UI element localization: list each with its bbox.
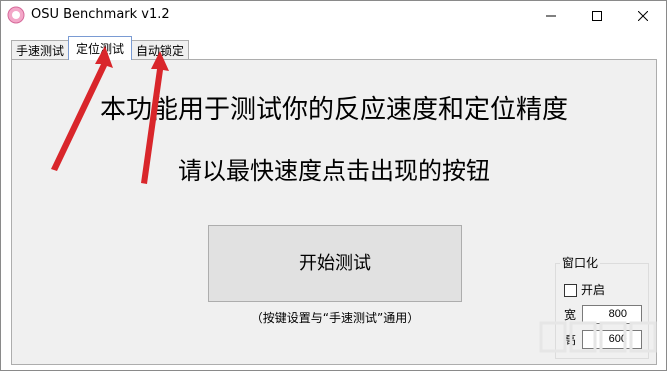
enable-label: 开启 — [581, 283, 606, 297]
tab-positioning-test[interactable]: 定位测试 — [68, 36, 132, 60]
maximize-icon — [592, 11, 602, 21]
description-subline: 请以最快速度点击出现的按钮 — [178, 157, 490, 185]
close-button[interactable] — [620, 1, 666, 31]
windowed-group-title: 窗口化 — [560, 255, 601, 271]
width-label: 宽 — [564, 308, 577, 322]
app-window: OSU Benchmark v1.2 手速测试 定位测试 自动锁定 本功能用于测… — [0, 0, 667, 371]
enable-checkbox[interactable] — [564, 284, 577, 297]
maximize-button[interactable] — [574, 1, 620, 31]
minimize-button[interactable] — [528, 1, 574, 31]
start-test-button[interactable]: 开始测试 — [208, 225, 462, 302]
tab-auto-lock[interactable]: 自动锁定 — [131, 40, 189, 60]
window-title: OSU Benchmark v1.2 — [31, 7, 170, 22]
description-headline: 本功能用于测试你的反应速度和定位精度 — [99, 95, 568, 125]
width-input[interactable]: 800 — [582, 305, 642, 324]
tab-panel: 本功能用于测试你的反应速度和定位精度 请以最快速度点击出现的按钮 开始测试 （按… — [11, 59, 657, 365]
key-settings-note: （按键设置与“手速测试”通用） — [250, 311, 420, 325]
tab-speed-test[interactable]: 手速测试 — [11, 40, 69, 60]
minimize-icon — [546, 15, 556, 17]
windowed-group: 窗口化 开启 宽 800 高 600 — [555, 255, 649, 359]
height-input[interactable]: 600 — [582, 330, 642, 349]
height-label: 高 — [564, 333, 577, 347]
title-bar: OSU Benchmark v1.2 — [1, 1, 666, 31]
app-icon — [7, 6, 25, 24]
close-icon — [638, 11, 648, 21]
